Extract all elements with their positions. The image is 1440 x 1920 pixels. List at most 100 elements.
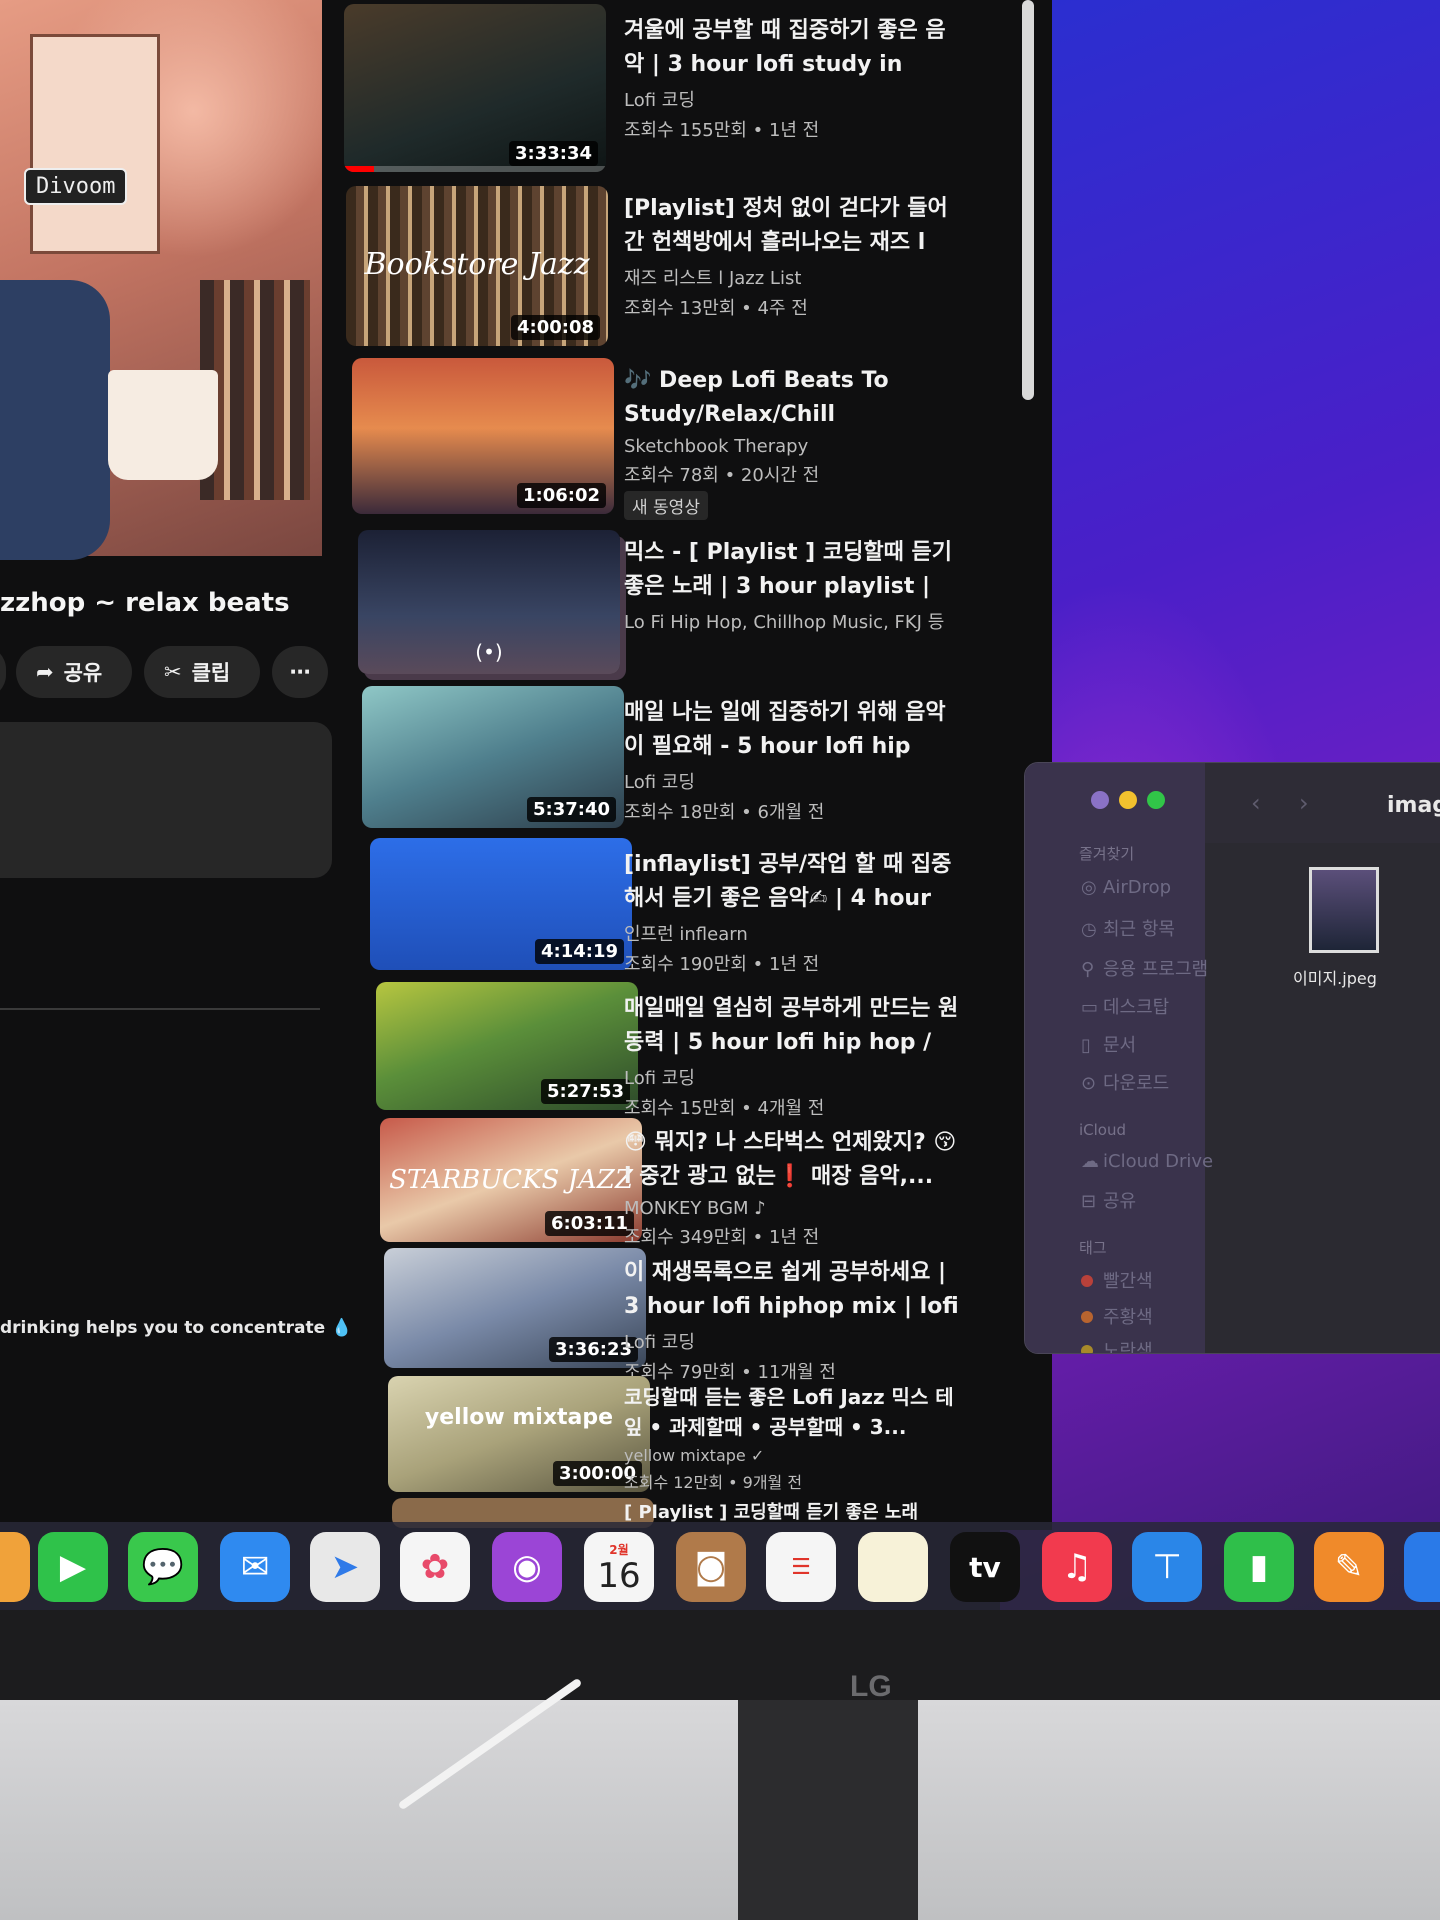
podcasts-icon[interactable]: ◉ — [492, 1532, 562, 1602]
facetime-icon[interactable]: ▶ — [38, 1532, 108, 1602]
recommendation-list: 3:33:34 겨울에 공부할 때 집중하기 좋은 음악 | 3 hour lo… — [340, 0, 960, 1530]
video-title[interactable]: [inflaylist] 공부/작업 할 때 집중해서 듣기 좋은 음악✍ | … — [624, 848, 960, 916]
video-thumbnail[interactable]: 1:06:02 — [352, 358, 614, 514]
pages-icon[interactable]: ✎ — [1314, 1532, 1384, 1602]
monitor-screen: Divoom zzhop ~ relax beats ➦ 공유 ✂ 클립 ⋯ d… — [0, 0, 1440, 1610]
monitor-brand-logo: LG — [850, 1670, 892, 1703]
back-arrow-icon[interactable]: ‹ — [1251, 789, 1261, 817]
thumb-title-text: STARBUCKS JAZZ — [389, 1165, 633, 1196]
channel-name[interactable]: Sketchbook Therapy — [624, 436, 960, 457]
more-icon: ⋯ — [289, 660, 311, 684]
tags-heading: 태그 — [1079, 1239, 1107, 1257]
sidebar-tag-red[interactable]: 빨간색 — [1081, 1267, 1153, 1293]
forward-arrow-icon[interactable]: › — [1299, 789, 1309, 817]
sidebar-tag-orange[interactable]: 주황색 — [1081, 1303, 1153, 1329]
video-thumbnail[interactable]: Bookstore Jazz 4:00:08 — [346, 186, 608, 346]
video-title[interactable]: [Playlist] 정처 없이 걷다가 들어간 헌책방에서 흘러나오는 재즈 … — [624, 192, 960, 260]
video-title[interactable]: 매일매일 열심히 공부하게 만드는 원동력 | 5 hour lofi hip … — [624, 992, 960, 1060]
reminders-icon[interactable]: ☰ — [766, 1532, 836, 1602]
more-actions-button[interactable]: ⋯ — [272, 646, 328, 698]
contacts-icon[interactable]: ◙ — [676, 1532, 746, 1602]
sidebar-item-airdrop[interactable]: ◎ AirDrop — [1081, 877, 1171, 898]
calendar-icon[interactable]: 2월 16 — [584, 1532, 654, 1602]
share-button[interactable]: ➦ 공유 — [16, 646, 132, 698]
video-title[interactable]: 이 재생목록으로 쉽게 공부하세요 | 3 hour lofi hiphop m… — [624, 1256, 960, 1324]
maps-icon[interactable]: ➤ — [310, 1532, 380, 1602]
sidebar-item-icloud-drive[interactable]: ☁ iCloud Drive — [1081, 1151, 1213, 1172]
sidebar-tag-yellow[interactable]: 노란색 — [1081, 1337, 1153, 1353]
mail-icon[interactable]: ✉ — [220, 1532, 290, 1602]
desk-surface — [0, 1700, 1440, 1920]
mix-thumbnail[interactable]: (•) — [358, 530, 620, 674]
music-icon[interactable]: ♫ — [1042, 1532, 1112, 1602]
messages-icon[interactable]: 💬 — [128, 1532, 198, 1602]
sidebar-item-shared[interactable]: ⊟ 공유 — [1081, 1187, 1136, 1213]
sidebar-item-applications[interactable]: ⚲ 응용 프로그램 — [1081, 955, 1208, 981]
calendar-month: 2월 — [609, 1542, 629, 1557]
video-title[interactable]: 🎶 Deep Lofi Beats To Study/Relax/Chill #… — [624, 364, 960, 432]
file-name-label[interactable]: 이미지.jpeg — [1293, 965, 1377, 989]
mix-live-icon: (•) — [475, 640, 503, 664]
duration-badge: 6:03:11 — [544, 1211, 634, 1236]
video-title: zzhop ~ relax beats — [0, 588, 290, 618]
sidebar-item-documents[interactable]: ▯ 문서 — [1081, 1031, 1136, 1057]
window-maximize-button[interactable] — [1147, 791, 1165, 809]
finder-sidebar: 즐겨찾기 ◎ AirDrop ◷ 최근 항목 ⚲ 응용 프로그램 ▭ 데스크탑 ▯ 문서 … — [1025, 763, 1213, 1353]
tag-dot-icon — [1081, 1345, 1093, 1353]
channel-name[interactable]: 재즈 리스트 l Jazz List — [624, 264, 960, 290]
dock-app-icon[interactable] — [0, 1532, 30, 1602]
scrollbar[interactable] — [1022, 0, 1034, 400]
video-title[interactable]: 겨울에 공부할 때 집중하기 좋은 음악 | 3 hour lofi study… — [624, 14, 960, 82]
apple-tv-icon[interactable]: tv — [950, 1532, 1020, 1602]
dock-app-icon[interactable] — [1404, 1532, 1440, 1602]
duration-badge: 5:37:40 — [526, 797, 616, 822]
keynote-icon[interactable]: ⊤ — [1132, 1532, 1202, 1602]
video-thumbnail[interactable]: 3:36:23 — [384, 1248, 646, 1368]
sidebar-item-desktop[interactable]: ▭ 데스크탑 — [1081, 993, 1169, 1019]
youtube-window: Divoom zzhop ~ relax beats ➦ 공유 ✂ 클립 ⋯ d… — [0, 0, 1052, 1530]
new-video-badge: 새 동영상 — [624, 491, 708, 520]
cloud-icon: ☁ — [1081, 1151, 1099, 1172]
notes-icon[interactable] — [858, 1532, 928, 1602]
channel-name[interactable]: Lofi 코딩 — [624, 86, 960, 112]
like-button[interactable] — [0, 646, 6, 698]
icloud-heading: iCloud — [1079, 1121, 1127, 1139]
channel-name[interactable]: Lofi 코딩 — [624, 1064, 960, 1090]
video-thumbnail[interactable]: 5:37:40 — [362, 686, 624, 828]
video-stats: 조회수 18만회 • 6개월 전 — [624, 802, 825, 823]
video-thumbnail[interactable]: yellow mixtape 3:00:00 — [388, 1376, 650, 1492]
sidebar-item-recents[interactable]: ◷ 최근 항목 — [1081, 915, 1175, 941]
image-file-icon[interactable] — [1309, 867, 1379, 953]
window-close-button[interactable] — [1091, 791, 1109, 809]
clip-button[interactable]: ✂ 클립 — [144, 646, 260, 698]
video-thumbnail[interactable]: 3:33:34 — [344, 4, 606, 172]
video-title[interactable]: 코딩할때 듣는 좋은 Lofi Jazz 믹스 테잎 • 과제할때 • 공부할때… — [624, 1382, 960, 1442]
video-thumbnail[interactable]: 4:14:19 — [370, 838, 632, 970]
document-icon: ▯ — [1081, 1035, 1091, 1056]
channel-name[interactable]: Lofi 코딩 — [624, 768, 960, 794]
video-stats: 조회수 15만회 • 4개월 전 — [624, 1098, 825, 1119]
sidebar-item-downloads[interactable]: ⊙ 다운로드 — [1081, 1069, 1169, 1095]
calendar-day: 16 — [597, 1555, 641, 1596]
duration-badge: 1:06:02 — [516, 483, 606, 508]
video-thumbnail[interactable]: STARBUCKS JAZZ 6:03:11 — [380, 1118, 642, 1242]
channel-name[interactable]: Lo Fi Hip Hop, Chillhop Music, FKJ 등 — [624, 608, 960, 634]
video-thumbnail[interactable]: 5:27:53 — [376, 982, 638, 1110]
description-box[interactable] — [0, 722, 332, 878]
thumb-mug — [108, 370, 218, 480]
channel-name[interactable]: yellow mixtape ✓ — [624, 1446, 960, 1465]
window-minimize-button[interactable] — [1119, 791, 1137, 809]
video-title[interactable]: 매일 나는 일에 집중하기 위해 음악이 필요해 - 5 hour lofi h… — [624, 696, 960, 764]
video-title[interactable]: 믹스 - [ Playlist ] 코딩할때 듣기 좋은 노래 | 3 hour… — [624, 536, 960, 604]
numbers-icon[interactable]: ▮ — [1224, 1532, 1294, 1602]
monitor-bezel — [0, 1610, 1440, 1700]
channel-name[interactable]: 인프런 inflearn — [624, 920, 960, 946]
channel-name[interactable]: Lofi 코딩 — [624, 1328, 960, 1354]
photos-icon[interactable]: ✿ — [400, 1532, 470, 1602]
video-title[interactable]: 😳 뭐지? 나 스타벅스 언제왔지? 😚 l 중간 광고 없는❗ 매장 음악,.… — [624, 1126, 960, 1194]
channel-name[interactable]: MONKEY BGM ♪ — [624, 1198, 960, 1219]
video-stats: 조회수 190만회 • 1년 전 — [624, 954, 820, 975]
video-player[interactable]: Divoom — [0, 0, 322, 560]
video-stats: 조회수 78회 • 20시간 전 — [624, 465, 820, 486]
duration-badge: 4:14:19 — [534, 939, 624, 964]
